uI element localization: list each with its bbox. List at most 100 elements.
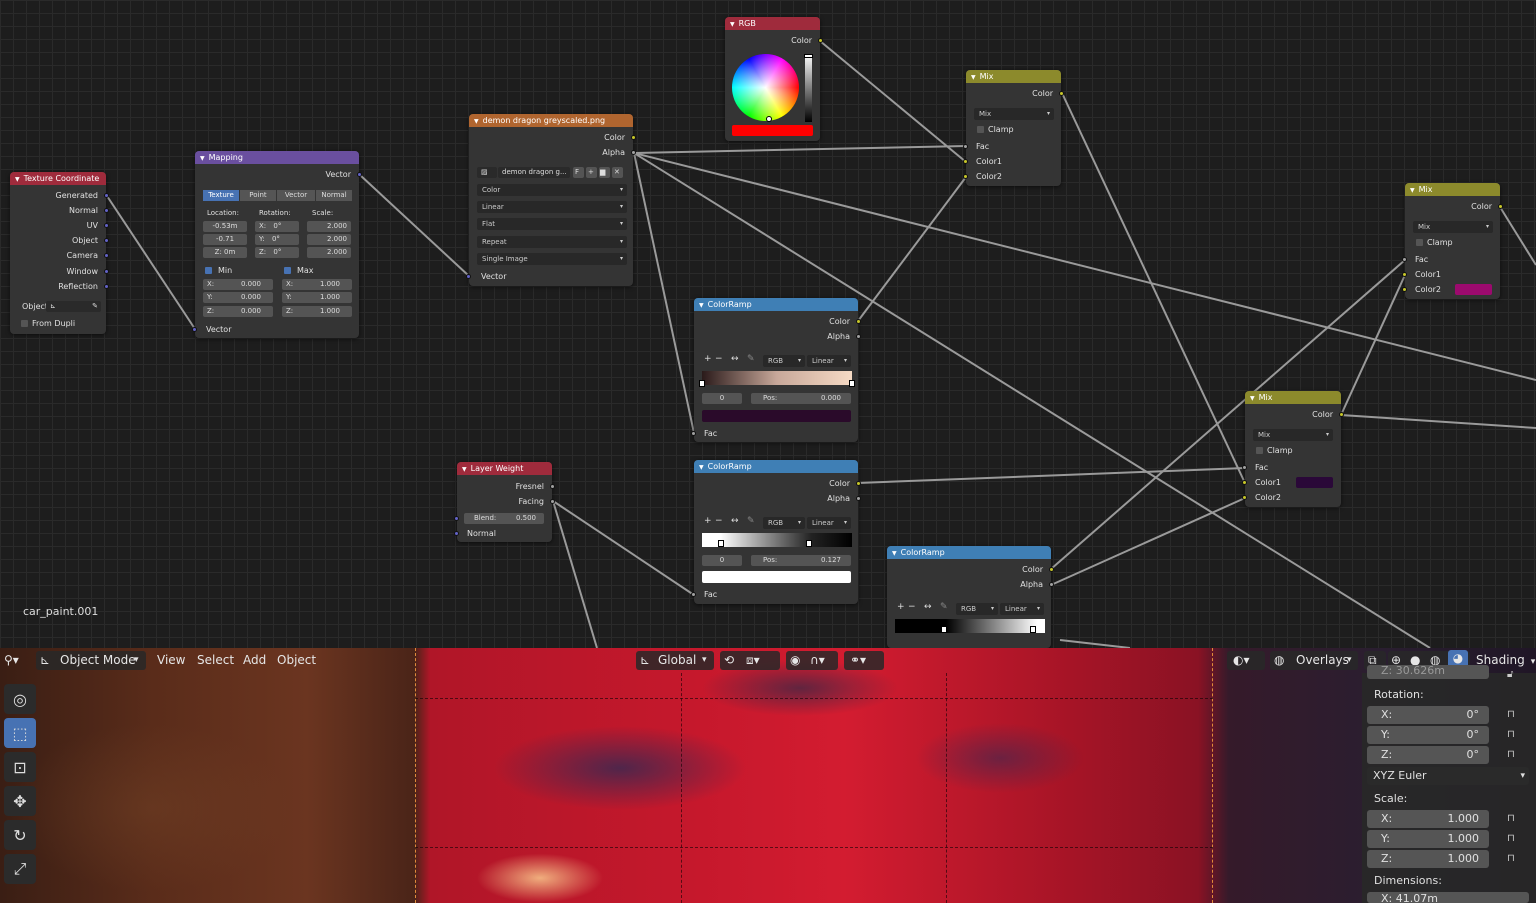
min-z-field[interactable]: Z: 0.000 <box>203 306 273 317</box>
flip-icon[interactable]: ↔ <box>731 516 739 526</box>
max-checkbox[interactable] <box>284 267 291 274</box>
interpolation-dropdown[interactable]: Linear ▾ <box>807 355 851 367</box>
socket-alpha-out[interactable] <box>856 496 861 501</box>
socket-fac[interactable] <box>963 144 968 149</box>
3d-viewport[interactable] <box>0 648 1536 903</box>
color-mode-dropdown[interactable]: RGB ▾ <box>763 355 805 367</box>
socket-fac[interactable] <box>1242 465 1247 470</box>
location-x-field[interactable]: -0.53m <box>203 221 247 232</box>
color-wheel[interactable] <box>732 54 799 122</box>
overlays-dropdown[interactable]: ◍ Overlays ▾ <box>1270 651 1358 670</box>
add-stop-icon[interactable]: + <box>897 602 905 612</box>
mapping-node[interactable]: ▼ Mapping Vector Texture Point Vector Nor… <box>192 151 362 338</box>
socket-reflection[interactable] <box>104 284 109 289</box>
socket-alpha-out[interactable] <box>1049 582 1054 587</box>
scale-tool-icon[interactable]: ⤢ <box>4 854 36 884</box>
rotation-x-field[interactable]: X: 0° <box>1367 706 1489 724</box>
clamp-checkbox[interactable] <box>1256 447 1263 454</box>
socket-color2[interactable] <box>1402 287 1407 292</box>
socket-camera[interactable] <box>104 253 109 258</box>
lock-icon[interactable]: ⊓ <box>1507 813 1515 824</box>
interpolation-dropdown[interactable]: Linear ▾ <box>807 517 851 529</box>
from-dupli-checkbox[interactable] <box>21 320 28 327</box>
shader-node-editor[interactable]: ▼ Texture Coordinate Generated Normal UV … <box>0 0 1536 648</box>
extension-dropdown[interactable]: Repeat ▾ <box>477 236 627 248</box>
flip-icon[interactable]: ↔ <box>731 354 739 364</box>
tab-texture[interactable]: Texture <box>203 190 239 201</box>
fake-user-button[interactable]: F <box>573 167 584 178</box>
move-tool-icon[interactable]: ✥ <box>4 786 36 816</box>
min-y-field[interactable]: Y: 0.000 <box>203 292 273 303</box>
eyedropper-icon[interactable]: ✎ <box>747 516 755 526</box>
blend-type-dropdown[interactable]: Mix ▾ <box>974 108 1054 120</box>
lock-icon[interactable]: ⊓ <box>1507 833 1515 844</box>
stop-index-field[interactable]: 0 <box>702 393 742 404</box>
mix-node-3[interactable]: ▼ Mix Color Mix ▾ Clamp Fac Color1 Color2 <box>1242 391 1344 507</box>
socket-object[interactable] <box>104 238 109 243</box>
rotation-y-field[interactable]: Y: 0° <box>1367 726 1489 744</box>
node-header[interactable]: ▼ Mapping <box>195 151 359 164</box>
socket-color1[interactable] <box>963 159 968 164</box>
transform-tool-icon[interactable]: ⊡ <box>4 752 36 782</box>
socket-color-out[interactable] <box>856 319 861 324</box>
gizmo-dropdown[interactable]: ⚭▾ <box>844 651 884 670</box>
clamp-checkbox[interactable] <box>1416 239 1423 246</box>
proportional-edit-buttons[interactable]: ◉ ∩▾ <box>786 651 838 670</box>
blend-type-dropdown[interactable]: Mix ▾ <box>1253 429 1333 441</box>
color-mode-dropdown[interactable]: RGB ▾ <box>956 603 998 615</box>
socket-fresnel-out[interactable] <box>550 484 555 489</box>
color-space-dropdown[interactable]: Color ▾ <box>477 184 627 196</box>
socket-generated[interactable] <box>104 193 109 198</box>
socket-normal[interactable] <box>104 208 109 213</box>
gradient-bar[interactable] <box>702 371 852 385</box>
node-header[interactable]: ▼ Texture Coordinate <box>10 172 106 185</box>
location-y-field[interactable]: -0.71 <box>203 234 247 245</box>
cursor-tool-icon[interactable]: ◎ <box>4 684 36 714</box>
add-stop-icon[interactable]: + <box>704 354 712 364</box>
image-browse-button[interactable]: ▨ <box>477 167 497 178</box>
mix-node-1[interactable]: ▼ Mix Color Mix ▾ Clamp Fac Color1 Color2 <box>963 70 1064 186</box>
new-image-button[interactable]: + <box>586 167 597 178</box>
editor-type-icon[interactable]: ⚲▾ <box>4 652 19 669</box>
color1-swatch[interactable] <box>1296 477 1333 488</box>
stop-pos-field[interactable]: Pos: 0.000 <box>751 393 851 404</box>
stop-index-field[interactable]: 0 <box>702 555 742 566</box>
select-box-tool-icon[interactable]: ⬚ <box>4 718 36 748</box>
stop-color-swatch[interactable] <box>702 571 851 583</box>
stop-handle[interactable] <box>699 380 705 387</box>
blend-type-dropdown[interactable]: Mix ▾ <box>1413 221 1493 233</box>
value-slider[interactable] <box>804 54 813 122</box>
rgb-node[interactable]: ▼ RGB Color <box>725 17 823 141</box>
scale-y-field[interactable]: Y: 1.000 <box>1367 830 1489 848</box>
socket-alpha-out[interactable] <box>631 150 636 155</box>
lock-icon[interactable]: ⊓ <box>1507 729 1515 740</box>
lock-icon[interactable]: ⊓ <box>1507 709 1515 720</box>
mode-dropdown[interactable]: ⊾ Object Mode ▾ <box>36 651 146 670</box>
stop-handle[interactable] <box>718 540 724 547</box>
socket-color2[interactable] <box>1242 495 1247 500</box>
socket-blend[interactable] <box>454 516 459 521</box>
mix-node-2[interactable]: ▼ Mix Color Mix ▾ Clamp Fac Color1 Color2 <box>1402 183 1503 299</box>
socket-facing-out[interactable] <box>550 499 555 504</box>
rotation-z-field[interactable]: Z: 0° <box>1367 746 1489 764</box>
colorramp-node-2[interactable]: ▼ ColorRamp Color Alpha + − ↔ ✎ RGB ▾ Line… <box>691 460 861 604</box>
scale-z-field[interactable]: Z: 1.000 <box>1367 850 1489 868</box>
open-image-button[interactable]: ▆ <box>599 167 610 178</box>
color-swatch[interactable] <box>732 125 813 136</box>
transform-orientation-dropdown[interactable]: ⊾ Global ▾ <box>636 651 714 670</box>
unlink-image-button[interactable]: ✕ <box>612 167 623 178</box>
flip-icon[interactable]: ↔ <box>924 602 932 612</box>
socket-alpha-out[interactable] <box>856 334 861 339</box>
interpolation-dropdown[interactable]: Linear ▾ <box>1000 603 1044 615</box>
max-x-field[interactable]: X: 1.000 <box>282 279 352 290</box>
scale-x-field[interactable]: 2.000 <box>307 221 351 232</box>
menu-add[interactable]: Add <box>243 652 266 669</box>
max-z-field[interactable]: Z: 1.000 <box>282 306 352 317</box>
tab-normal[interactable]: Normal <box>316 190 352 201</box>
socket-window[interactable] <box>104 269 109 274</box>
node-header[interactable]: ▼ ColorRamp <box>694 460 858 473</box>
color2-swatch[interactable] <box>1455 284 1492 295</box>
socket-color-out[interactable] <box>1059 91 1064 96</box>
lock-icon[interactable]: ⊓ <box>1507 853 1515 864</box>
pivot-snap-buttons[interactable]: ⟲ ⧈▾ <box>720 651 780 670</box>
